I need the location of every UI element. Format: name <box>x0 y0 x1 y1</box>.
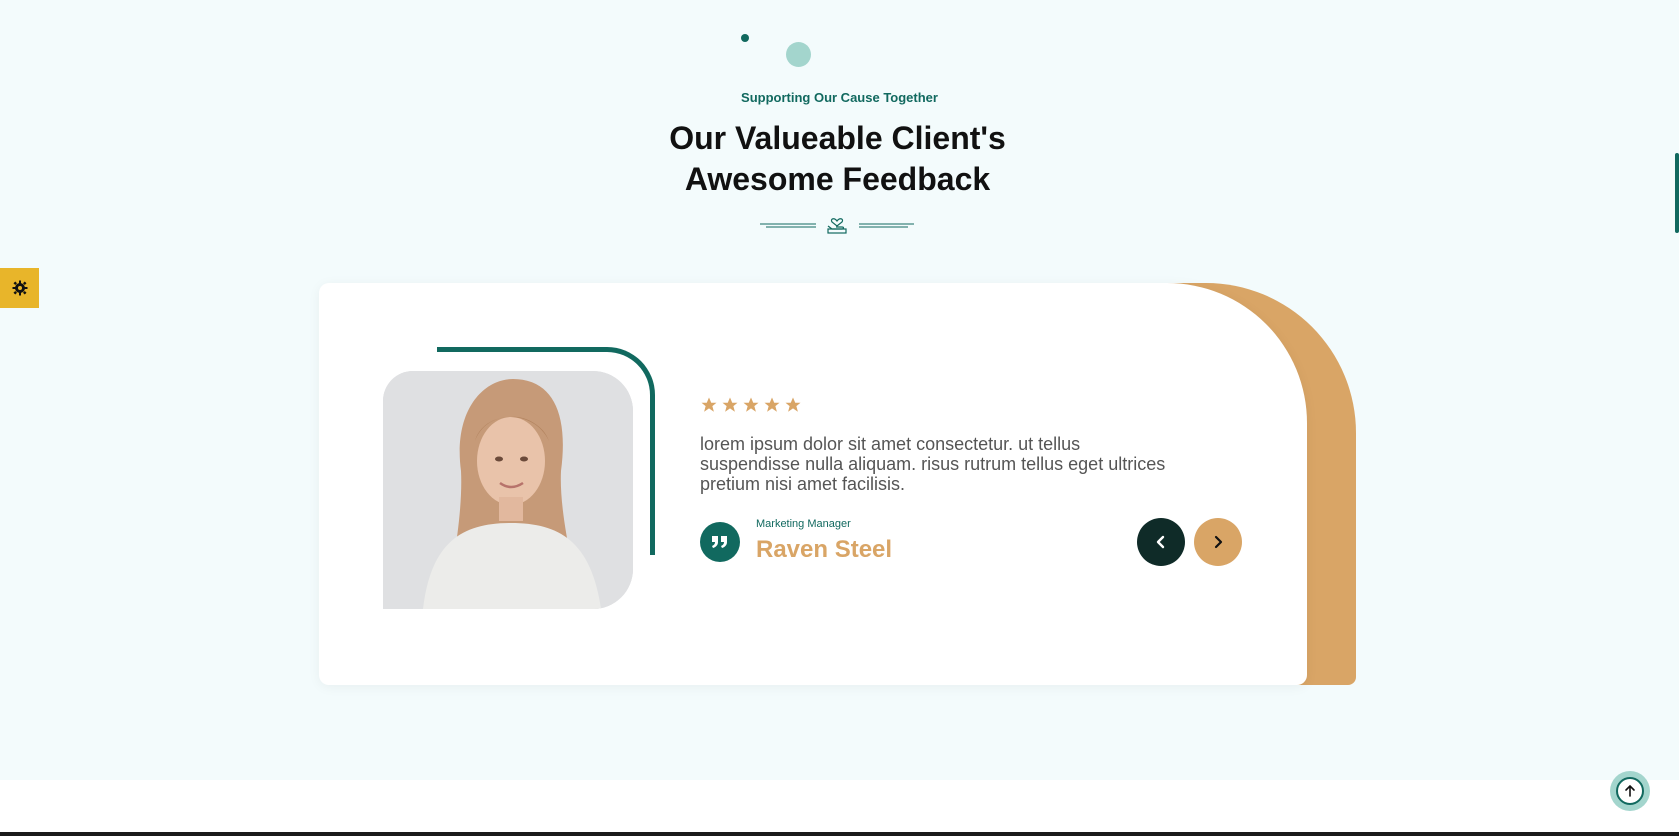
star-icon <box>785 397 801 412</box>
section-title-line2: Awesome Feedback <box>684 161 991 197</box>
decorative-dot <box>741 34 749 42</box>
heart-hand-icon <box>827 218 847 234</box>
scrollbar-thumb[interactable] <box>1675 153 1679 233</box>
back-to-top-inner <box>1616 777 1644 805</box>
star-icon <box>722 397 738 412</box>
bottom-border <box>0 832 1679 836</box>
heart-hand-divider <box>760 218 914 234</box>
quote-badge <box>700 522 740 562</box>
star-icon <box>743 397 759 412</box>
gear-icon <box>12 280 27 296</box>
rating-stars <box>700 396 802 414</box>
previous-testimonial-button[interactable] <box>1137 518 1185 566</box>
client-role: Marketing Manager <box>756 518 851 530</box>
settings-toggle-button[interactable] <box>0 268 39 308</box>
section-title: Our Valueable Client's Awesome Feedback <box>0 118 1675 200</box>
decorative-circle <box>786 42 811 67</box>
testimonial-text: lorem ipsum dolor sit amet consectetur. … <box>700 434 1166 494</box>
section-eyebrow: Supporting Our Cause Together <box>741 90 938 105</box>
footer-strip <box>0 780 1679 836</box>
client-name: Raven Steel <box>756 536 893 563</box>
chevron-left-icon <box>1156 535 1165 549</box>
portrait-photo <box>383 371 633 609</box>
next-testimonial-button[interactable] <box>1194 518 1242 566</box>
quote-icon <box>712 536 727 548</box>
section-title-line1: Our Valueable Client's <box>669 120 1006 156</box>
arrow-up-icon <box>1625 784 1635 797</box>
client-photo <box>383 371 633 609</box>
chevron-right-icon <box>1214 535 1223 549</box>
star-icon <box>764 397 780 412</box>
star-icon <box>701 397 717 412</box>
back-to-top-button[interactable] <box>1610 771 1650 811</box>
